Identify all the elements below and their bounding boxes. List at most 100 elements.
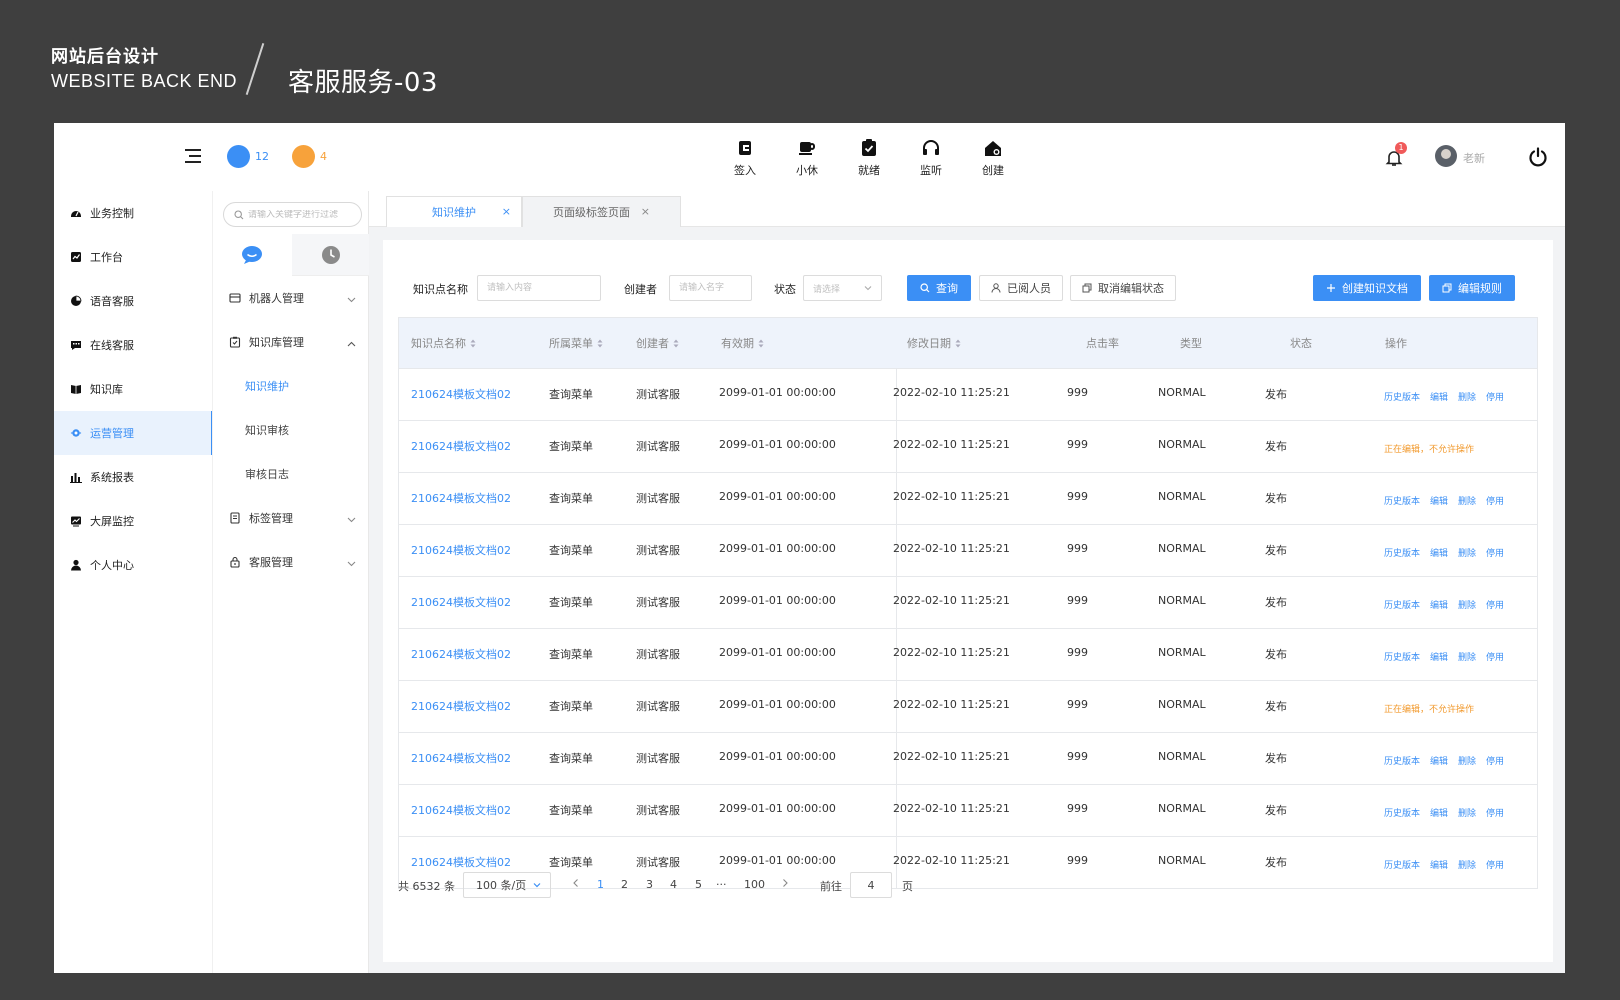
- table-cell-name[interactable]: 210624模板文档02: [411, 854, 511, 870]
- disable-link[interactable]: 停用: [1486, 494, 1504, 507]
- ready-button[interactable]: 就绪: [838, 137, 900, 178]
- close-icon[interactable]: ×: [502, 205, 511, 218]
- table-cell-name[interactable]: 210624模板文档02: [411, 698, 511, 714]
- menu-item-review-log[interactable]: 审核日志: [213, 452, 370, 496]
- menu-group-robot[interactable]: 机器人管理: [213, 276, 370, 320]
- edit-link[interactable]: 编辑: [1430, 858, 1448, 871]
- column-header-creator[interactable]: 创建者: [636, 318, 679, 368]
- edit-link[interactable]: 编辑: [1430, 598, 1448, 611]
- menu-group-agents[interactable]: 客服管理: [213, 540, 370, 584]
- table-cell-name[interactable]: 210624模板文档02: [411, 490, 511, 506]
- page-number[interactable]: 100: [744, 878, 765, 891]
- tab-knowledge-maintain[interactable]: 知识维护 ×: [386, 196, 522, 227]
- sidebar-item-operations[interactable]: 运营管理: [54, 411, 214, 455]
- sidebar-item-online-service[interactable]: 在线客服: [54, 323, 211, 367]
- history-version-link[interactable]: 历史版本: [1384, 858, 1420, 871]
- close-icon[interactable]: ×: [641, 205, 650, 218]
- queue-counter-orange[interactable]: 4: [292, 145, 327, 168]
- table-cell-name[interactable]: 210624模板文档02: [411, 802, 511, 818]
- disable-link[interactable]: 停用: [1486, 546, 1504, 559]
- prev-page-icon[interactable]: [572, 878, 580, 891]
- edit-link[interactable]: 编辑: [1430, 754, 1448, 767]
- page-number[interactable]: 2: [621, 878, 628, 891]
- menu-group-tags[interactable]: 标签管理: [213, 496, 370, 540]
- cancel-edit-button[interactable]: 取消编辑状态: [1070, 275, 1176, 301]
- sidebar-item-business-control[interactable]: 业务控制: [54, 191, 211, 235]
- create-doc-button[interactable]: 创建知识文档: [1313, 275, 1421, 301]
- history-version-link[interactable]: 历史版本: [1384, 598, 1420, 611]
- tab-page-tags[interactable]: 页面级标签页面 ×: [522, 196, 681, 227]
- page-size-select[interactable]: 100 条/页: [463, 872, 551, 898]
- edit-rules-button[interactable]: 编辑规则: [1429, 275, 1515, 301]
- filter-input[interactable]: [248, 209, 358, 220]
- column-header-modified[interactable]: 修改日期: [907, 318, 961, 368]
- readers-button[interactable]: 已阅人员: [979, 275, 1063, 301]
- disable-link[interactable]: 停用: [1486, 390, 1504, 403]
- disable-link[interactable]: 停用: [1486, 650, 1504, 663]
- edit-link[interactable]: 编辑: [1430, 806, 1448, 819]
- sidebar-item-workbench[interactable]: 工作台: [54, 235, 211, 279]
- delete-link[interactable]: 删除: [1458, 390, 1476, 403]
- user-name[interactable]: 老新: [1463, 150, 1485, 166]
- delete-link[interactable]: 删除: [1458, 598, 1476, 611]
- delete-link[interactable]: 删除: [1458, 546, 1476, 559]
- table-cell-name[interactable]: 210624模板文档02: [411, 594, 511, 610]
- goto-page-input[interactable]: [850, 872, 892, 898]
- disable-link[interactable]: 停用: [1486, 858, 1504, 871]
- avatar[interactable]: [1435, 145, 1457, 167]
- creator-filter-input[interactable]: [669, 275, 752, 301]
- status-select[interactable]: 请选择: [803, 275, 882, 301]
- history-version-link[interactable]: 历史版本: [1384, 754, 1420, 767]
- disable-link[interactable]: 停用: [1486, 754, 1504, 767]
- history-version-link[interactable]: 历史版本: [1384, 494, 1420, 507]
- table-cell-name[interactable]: 210624模板文档02: [411, 646, 511, 662]
- history-version-link[interactable]: 历史版本: [1384, 806, 1420, 819]
- sidebar-item-voice-service[interactable]: 语音客服: [54, 279, 211, 323]
- sidebar-item-big-screen[interactable]: 大屏监控: [54, 499, 211, 543]
- edit-link[interactable]: 编辑: [1430, 494, 1448, 507]
- edit-link[interactable]: 编辑: [1430, 650, 1448, 663]
- delete-link[interactable]: 删除: [1458, 806, 1476, 819]
- sidebar-item-profile[interactable]: 个人中心: [54, 543, 211, 587]
- delete-link[interactable]: 删除: [1458, 650, 1476, 663]
- menu-group-knowledge[interactable]: 知识库管理: [213, 320, 370, 364]
- history-version-link[interactable]: 历史版本: [1384, 390, 1420, 403]
- delete-link[interactable]: 删除: [1458, 754, 1476, 767]
- query-button[interactable]: 查询: [907, 275, 971, 301]
- create-button[interactable]: 创建: [962, 137, 1024, 178]
- page-number[interactable]: 5: [695, 878, 702, 891]
- delete-link[interactable]: 删除: [1458, 494, 1476, 507]
- table-cell-name[interactable]: 210624模板文档02: [411, 386, 511, 402]
- next-page-icon[interactable]: [781, 878, 789, 891]
- menu-toggle-icon[interactable]: [185, 149, 201, 163]
- break-button[interactable]: 小休: [776, 137, 838, 178]
- page-ellipsis[interactable]: ···: [716, 878, 727, 891]
- history-version-link[interactable]: 历史版本: [1384, 650, 1420, 663]
- tab-chat[interactable]: [213, 234, 292, 276]
- delete-link[interactable]: 删除: [1458, 858, 1476, 871]
- edit-link[interactable]: 编辑: [1430, 546, 1448, 559]
- name-filter-input[interactable]: [477, 275, 601, 301]
- column-header-expire[interactable]: 有效期: [721, 318, 764, 368]
- tab-history[interactable]: [291, 234, 370, 276]
- power-icon[interactable]: [1528, 147, 1548, 167]
- notification-bell[interactable]: 1: [1385, 142, 1407, 167]
- page-number[interactable]: 3: [646, 878, 653, 891]
- page-number[interactable]: 1: [597, 878, 604, 891]
- sign-in-button[interactable]: 签入: [714, 137, 776, 178]
- column-header-name[interactable]: 知识点名称: [411, 318, 476, 368]
- menu-item-knowledge-maintain[interactable]: 知识维护: [213, 364, 370, 408]
- table-cell-name[interactable]: 210624模板文档02: [411, 750, 511, 766]
- sidebar-item-reports[interactable]: 系统报表: [54, 455, 211, 499]
- disable-link[interactable]: 停用: [1486, 806, 1504, 819]
- history-version-link[interactable]: 历史版本: [1384, 546, 1420, 559]
- queue-counter-blue[interactable]: 12: [227, 145, 269, 168]
- page-number[interactable]: 4: [670, 878, 677, 891]
- menu-item-knowledge-review[interactable]: 知识审核: [213, 408, 370, 452]
- disable-link[interactable]: 停用: [1486, 598, 1504, 611]
- edit-link[interactable]: 编辑: [1430, 390, 1448, 403]
- monitor-listen-button[interactable]: 监听: [900, 137, 962, 178]
- table-cell-name[interactable]: 210624模板文档02: [411, 438, 511, 454]
- sidebar-item-knowledge-base[interactable]: 知识库: [54, 367, 211, 411]
- column-header-menu[interactable]: 所属菜单: [549, 318, 603, 368]
